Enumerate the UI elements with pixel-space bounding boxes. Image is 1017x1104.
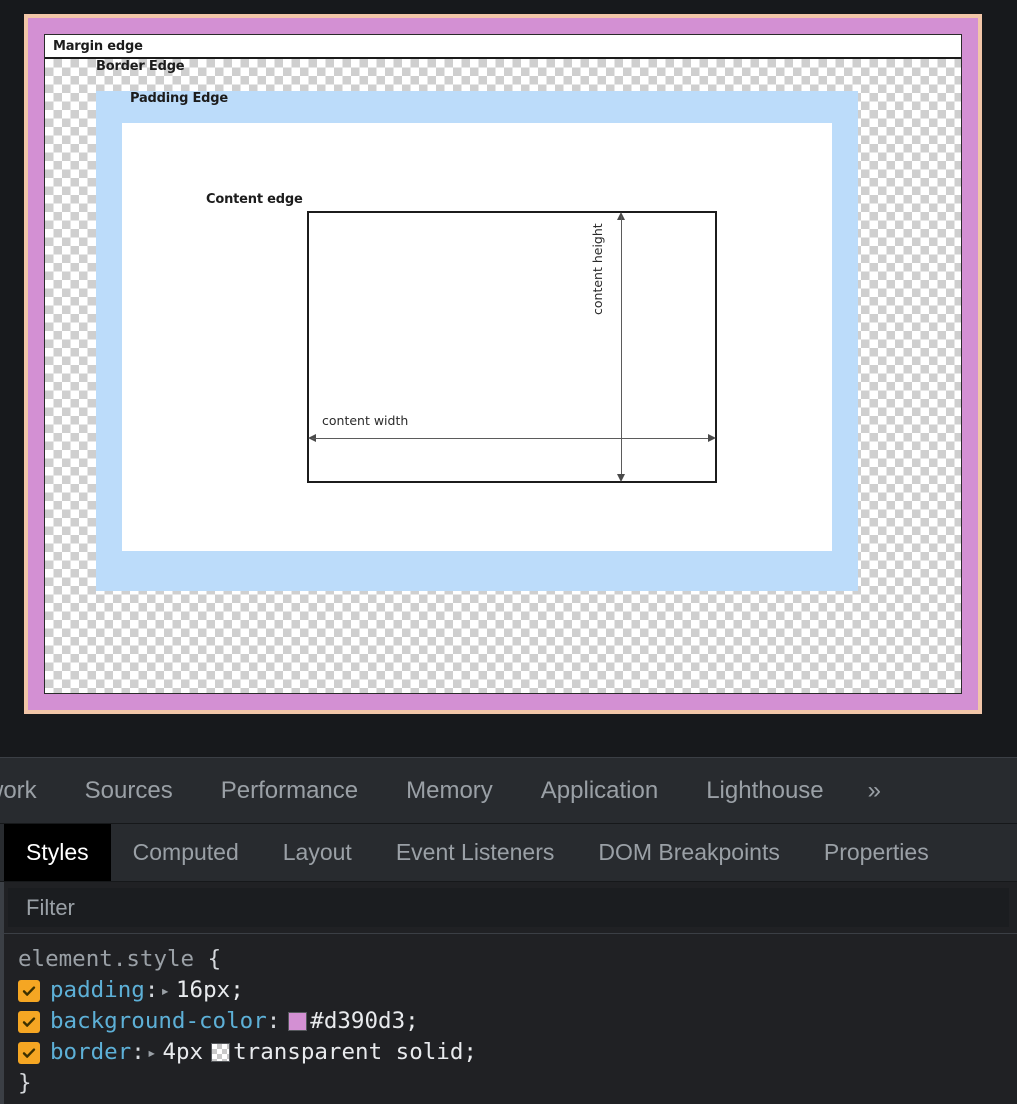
padding-enabled-checkbox[interactable] bbox=[18, 979, 40, 1002]
declaration-border: border : ▸ 4px transparent solid; bbox=[18, 1037, 1017, 1068]
border-expand-triangle-icon[interactable]: ▸ bbox=[147, 1037, 157, 1068]
rule-open-brace: { bbox=[207, 946, 222, 972]
tab-computed[interactable]: Computed bbox=[111, 824, 261, 881]
devtools-panel: work Sources Performance Memory Applicat… bbox=[0, 757, 1017, 1104]
background-color-property-name[interactable]: background-color bbox=[50, 1006, 267, 1037]
tab-lighthouse[interactable]: Lighthouse bbox=[682, 758, 847, 823]
tab-event-listeners[interactable]: Event Listeners bbox=[374, 824, 577, 881]
devtools-main-tabstrip: work Sources Performance Memory Applicat… bbox=[0, 758, 1017, 824]
arrow-shaft-vertical bbox=[621, 216, 622, 478]
styles-rule-view: element.style { padding : ▸ 16px; backgr… bbox=[0, 934, 1017, 1104]
background-color-enabled-checkbox[interactable] bbox=[18, 1010, 40, 1033]
padding-edge-label: Padding Edge bbox=[130, 91, 229, 106]
tab-styles[interactable]: Styles bbox=[4, 824, 111, 881]
arrow-shaft-horizontal bbox=[312, 438, 712, 439]
styles-filter-bar bbox=[0, 882, 1017, 934]
declaration-background-color: background-color : #d390d3; bbox=[18, 1006, 1017, 1037]
tab-dom-breakpoints[interactable]: DOM Breakpoints bbox=[576, 824, 802, 881]
border-colon: : bbox=[131, 1039, 145, 1065]
border-enabled-checkbox[interactable] bbox=[18, 1041, 40, 1064]
tab-network[interactable]: work bbox=[0, 758, 61, 823]
rule-footer: } bbox=[18, 1068, 1017, 1099]
declaration-padding: padding : ▸ 16px; bbox=[18, 975, 1017, 1006]
border-property-value[interactable]: transparent solid; bbox=[233, 1037, 477, 1068]
rule-close-brace: } bbox=[18, 1070, 32, 1096]
border-edge-label: Border Edge bbox=[96, 59, 185, 74]
rendered-page-area: Margin edge Border Edge Padding Edge Con… bbox=[0, 0, 1017, 757]
padding-colon: : bbox=[144, 977, 159, 1003]
arrow-head-down-icon bbox=[617, 474, 625, 482]
tab-properties[interactable]: Properties bbox=[802, 824, 951, 881]
more-tabs-chevron-icon[interactable]: » bbox=[848, 758, 899, 823]
rule-selector[interactable]: element.style bbox=[18, 946, 194, 972]
content-width-arrow bbox=[308, 434, 716, 443]
content-height-label: content height bbox=[590, 223, 605, 315]
filter-input[interactable] bbox=[8, 888, 1009, 927]
tab-performance[interactable]: Performance bbox=[197, 758, 382, 823]
background-color-property-value[interactable]: #d390d3; bbox=[310, 1006, 418, 1037]
border-property-name[interactable]: border bbox=[50, 1037, 131, 1068]
box-model-diagram: Margin edge Border Edge Padding Edge Con… bbox=[44, 34, 962, 694]
padding-property-value[interactable]: 16px; bbox=[176, 975, 244, 1006]
rule-header: element.style { bbox=[18, 944, 1017, 975]
devtools-sidebar-tabstrip: Styles Computed Layout Event Listeners D… bbox=[0, 824, 1017, 882]
padding-property-name[interactable]: padding bbox=[50, 975, 145, 1006]
padding-expand-triangle-icon[interactable]: ▸ bbox=[160, 975, 170, 1006]
content-edge-label: Content edge bbox=[206, 192, 303, 207]
tab-layout[interactable]: Layout bbox=[261, 824, 374, 881]
tab-sources[interactable]: Sources bbox=[61, 758, 197, 823]
background-color-colon: : bbox=[266, 1008, 281, 1034]
sidebar-resizer-handle[interactable] bbox=[0, 882, 4, 1104]
margin-edge-strip bbox=[45, 35, 961, 59]
background-color-swatch[interactable] bbox=[288, 1012, 308, 1031]
arrow-head-right-icon bbox=[708, 434, 716, 442]
border-color-swatch[interactable] bbox=[211, 1043, 231, 1062]
border-width-value[interactable]: 4px bbox=[162, 1037, 203, 1068]
tab-memory[interactable]: Memory bbox=[382, 758, 517, 823]
margin-edge-label: Margin edge bbox=[53, 39, 143, 54]
tab-application[interactable]: Application bbox=[517, 758, 682, 823]
content-height-arrow bbox=[617, 212, 626, 482]
inspected-element[interactable]: Margin edge Border Edge Padding Edge Con… bbox=[24, 14, 982, 714]
content-width-label: content width bbox=[322, 413, 409, 428]
